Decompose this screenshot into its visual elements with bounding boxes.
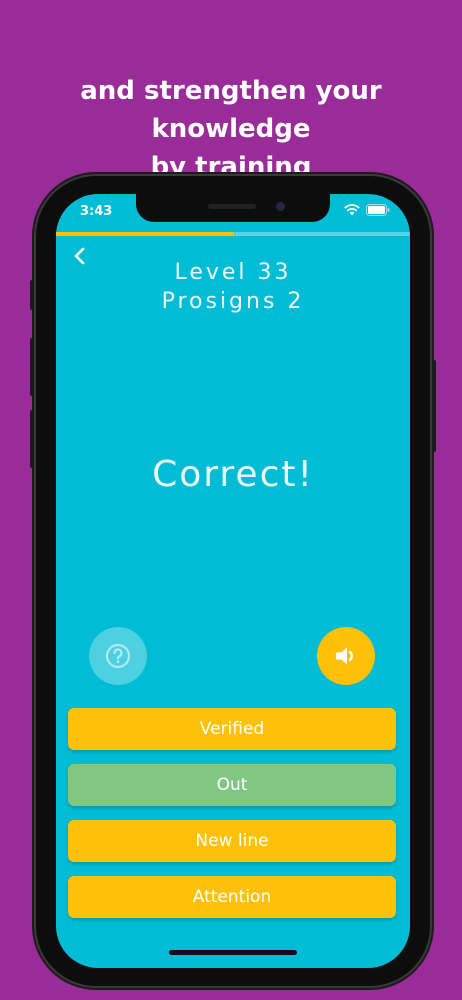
phone-screen: 3:43 Level 33 Prosigns 2 Correct! Verifi… (56, 194, 410, 968)
answer-option-out[interactable]: Out (68, 764, 396, 806)
answer-label: Attention (192, 887, 272, 907)
status-time: 3:43 (80, 204, 113, 219)
status-icons (344, 204, 390, 216)
answer-label: Verified (199, 719, 265, 739)
volume-down-button (30, 410, 34, 468)
wifi-icon (344, 204, 360, 216)
phone-frame: 3:43 Level 33 Prosigns 2 Correct! Verifi… (30, 174, 436, 988)
play-sound-button[interactable] (317, 627, 375, 685)
level-progress-fill (56, 232, 233, 236)
answer-result: Correct! (152, 454, 314, 495)
question-circle-icon (105, 643, 131, 669)
answer-label: Out (216, 775, 248, 795)
notch (136, 194, 330, 222)
promo-headline: and strengthen your knowledge by trainin… (0, 72, 462, 186)
level-title: Level 33 (174, 260, 292, 285)
answer-option-attention[interactable]: Attention (68, 876, 396, 918)
level-progress-bar (56, 232, 410, 236)
battery-icon (366, 204, 390, 216)
level-header: Level 33 Prosigns 2 (56, 258, 410, 316)
answer-option-verified[interactable]: Verified (68, 708, 396, 750)
mute-switch (30, 280, 34, 310)
front-camera (276, 202, 285, 211)
home-indicator[interactable] (169, 950, 297, 955)
help-button[interactable] (89, 627, 147, 685)
answer-label: New line (195, 831, 269, 851)
answer-option-new-line[interactable]: New line (68, 820, 396, 862)
power-button (432, 360, 436, 452)
volume-up-button (30, 338, 34, 396)
earpiece (208, 204, 256, 209)
speaker-icon (336, 647, 353, 665)
category-title: Prosigns 2 (161, 289, 305, 314)
promo-line-1: and strengthen your knowledge (80, 76, 382, 144)
